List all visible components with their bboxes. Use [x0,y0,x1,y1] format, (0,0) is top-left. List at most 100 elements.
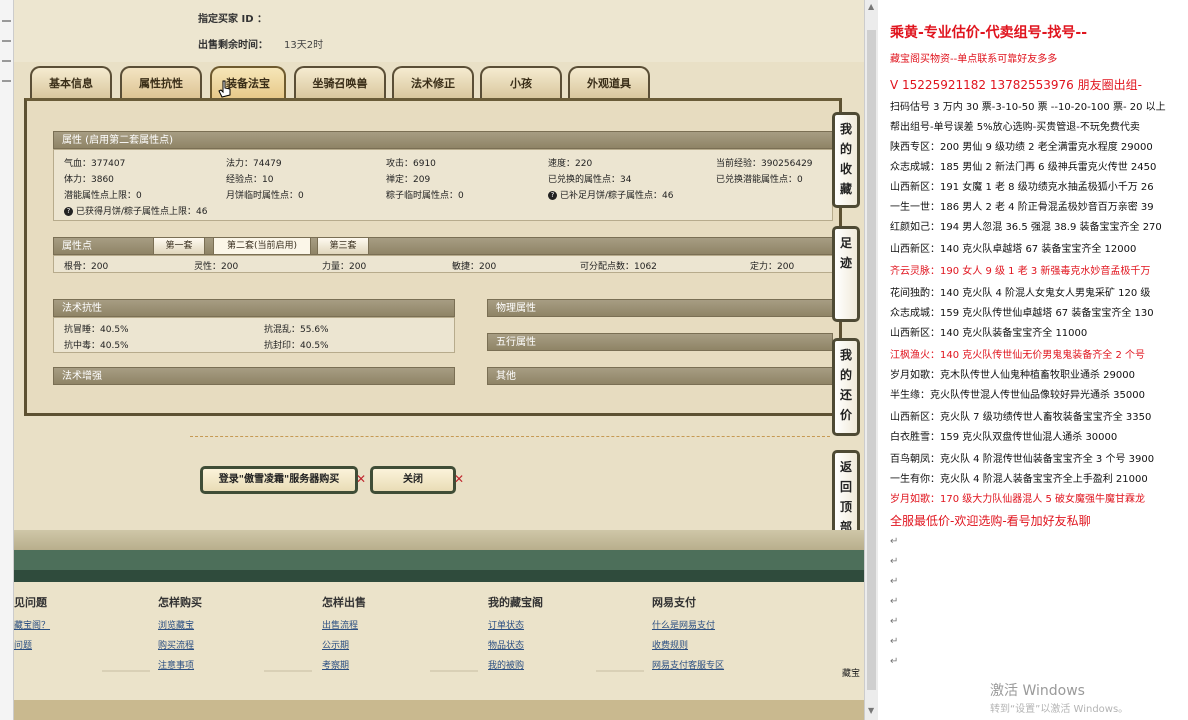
footer-band [14,530,864,550]
footer-head-mine: 我的藏宝阁 [488,596,543,609]
attr-section-body: 气血：377407 法力：74479 攻击：6910 速度：220 当前经验：3… [53,149,833,221]
close-button[interactable]: 关闭 [370,466,456,494]
footer-link[interactable]: 什么是网易支付 [652,618,715,631]
point-strength: 力量：200 [322,262,367,272]
tab-spell-fix[interactable]: 法术修正 [392,66,474,98]
footer-band [14,570,864,582]
doc-line: ↵ [890,636,899,647]
doc-line: 白衣胜雪：159 克火队双盘传世仙混人通杀 30000 [890,432,1118,443]
footer-link[interactable]: 问题 [14,638,32,651]
element-header[interactable]: 五行属性 [487,333,833,351]
scrollbar[interactable]: ▲ ▼ [864,0,878,720]
pavilion-image [430,612,478,672]
point-agility: 敏捷：200 [452,262,497,272]
attr-attack: 攻击：6910 [386,159,436,169]
footer-link[interactable]: 浏览藏宝 [158,618,194,631]
my-offers-button[interactable]: 我的还价 [832,338,860,436]
doc-line: 一生有你：克火队 4 阶混人装备宝宝齐全上手盈利 21000 [890,474,1148,485]
time-value: 13天2时 [284,40,324,51]
footer-band [14,550,864,570]
subtab-set-3[interactable]: 第三套 [317,237,369,255]
divider-dashed [190,436,830,437]
tab-attributes[interactable]: 属性抗性 [120,66,202,98]
doc-line: ↵ [890,596,899,607]
attr-potential-cap: 潜能属性点上限：0 [64,191,142,201]
game-trade-page: 指定买家 ID ： 出售剩余时间： 13天2时 基本信息 属性抗性 装备法宝 坐… [14,0,864,720]
footer-head-buy: 怎样购买 [158,596,202,609]
enhance-header[interactable]: 法术增强 [53,367,455,385]
resist-seal: 抗封印：40.5% [264,341,329,351]
site-footer: 见问题 藏宝阁？ 问题 怎样购买 浏览藏宝 购买流程 注意事项 怎样出售 出售流… [14,582,864,700]
scroll-down-icon[interactable]: ▼ [868,706,874,715]
footer-head-pay: 网易支付 [652,596,696,609]
help-icon[interactable]: ? [548,191,557,200]
attr-speed: 速度：220 [548,159,593,169]
resist-sleep: 抗冒睡：40.5% [64,325,129,335]
footer-link[interactable]: 出售流程 [322,618,358,631]
footer-link[interactable]: 订单状态 [488,618,524,631]
close-x-icon: ✕ [454,472,465,486]
footer-link[interactable]: 公示期 [322,638,349,651]
doc-line: 扫码估号 3 万内 30 票-3-10-50 票 --10-20-100 票- … [890,102,1166,113]
attr-stamina: 体力：3860 [64,175,114,185]
point-constitution: 根骨：200 [64,262,109,272]
history-button[interactable]: 足迹 [832,226,860,322]
favorites-button[interactable]: 我的收藏 [832,112,860,208]
footer-corner: 藏宝 [842,669,861,679]
doc-line: 众志成城：159 克火队传世仙卓越塔 67 装备宝宝齐全 130 [890,308,1154,319]
resist-chaos: 抗混乱：55.6% [264,325,329,335]
resist-body: 抗冒睡：40.5% 抗混乱：55.6% 抗中毒：40.5% 抗封印：40.5% [53,317,455,353]
doc-line: 岁月如歌：克木队传世人仙鬼种植畜牧职业通杀 29000 [890,370,1135,381]
footer-link[interactable]: 藏宝阁？ [14,618,50,631]
seller-info: 指定买家 ID ： 出售剩余时间： 13天2时 [14,0,864,62]
attr-mp: 法力：74479 [226,159,282,169]
tab-child[interactable]: 小孩 [480,66,562,98]
doc-line: ↵ [890,556,899,567]
doc-line: ↵ [890,576,899,587]
help-icon[interactable]: ? [64,207,73,216]
buyer-id-label: 指定买家 ID ： [198,14,267,25]
tab-basic-info[interactable]: 基本信息 [30,66,112,98]
other-header[interactable]: 其他 [487,367,833,385]
attr-hp: 气血：377407 [64,159,126,169]
points-body: 根骨：200 灵性：200 力量：200 敏捷：200 可分配点数：1062 定… [53,255,833,273]
footer-link[interactable]: 考察期 [322,658,349,671]
tab-mount-summon[interactable]: 坐骑召唤兽 [294,66,386,98]
subtab-set-2[interactable]: 第二套(当前启用) [213,237,311,255]
attr-exchanged: 已兑换的属性点：34 [548,175,632,185]
bottom-band [14,700,864,720]
footer-head-sell: 怎样出售 [322,596,366,609]
doc-line: 山西新区：191 女魔 1 老 8 级功绩克水抽孟极狐小千万 26 [890,182,1154,193]
attr-mooncake-temp: 月饼临时属性点：0 [226,191,304,201]
footer-link[interactable]: 收费规则 [652,638,688,651]
doc-line: 江枫渔火：140 克火队传世仙无价男鬼鬼装备齐全 2 个号 [890,350,1145,361]
subtab-set-1[interactable]: 第一套 [153,237,205,255]
doc-line: 众志成城：185 男仙 2 新法门再 6 级神兵雷克火传世 2450 [890,162,1157,173]
left-window-strip [0,0,14,720]
doc-line: 藏宝阁买物资--单点联系可靠好友多多 [890,54,1058,65]
physical-header[interactable]: 物理属性 [487,299,833,317]
footer-link[interactable]: 网易支付客服专区 [652,658,724,671]
resist-section-header: 法术抗性 [53,299,455,317]
footer-link[interactable]: 购买流程 [158,638,194,651]
doc-line: 齐云灵脉：190 女人 9 级 1 老 3 新强毒克水妙音孟极千万 [890,266,1151,277]
scroll-thumb[interactable] [867,30,876,690]
footer-link[interactable]: 注意事项 [158,658,194,671]
footer-link[interactable]: 我的被购 [488,658,524,671]
pavilion-image [596,612,644,672]
strip-mark [2,80,11,82]
scroll-up-icon[interactable]: ▲ [868,2,874,11]
doc-line: 百鸟朝凤：克火队 4 阶混传世仙装备宝宝齐全 3 个号 3900 [890,454,1155,465]
attr-exp: 当前经验：390256429 [716,159,813,169]
close-x-icon: ✕ [356,472,367,486]
attr-exp-points: 经验点：10 [226,175,274,185]
strip-mark [2,40,11,42]
activation-watermark-sub: 转到“设置”以激活 Windows。 [990,704,1129,715]
login-buy-button[interactable]: 登录"傲雪凌霜"服务器购买 [200,466,358,494]
doc-line: 帮出组号-单号误差 5%放心选购-买贵管退-不玩免费代卖 [890,122,1140,133]
footer-link[interactable]: 物品状态 [488,638,524,651]
tab-appearance[interactable]: 外观道具 [568,66,650,98]
doc-line: 乘黄-专业估价-代卖组号-找号-- [890,25,1088,41]
doc-line: 山西新区：140 克火队卓越塔 67 装备宝宝齐全 12000 [890,244,1137,255]
doc-line: 红颜如己：194 男人忽混 36.5 强混 38.9 装备宝宝齐全 270 [890,222,1162,233]
